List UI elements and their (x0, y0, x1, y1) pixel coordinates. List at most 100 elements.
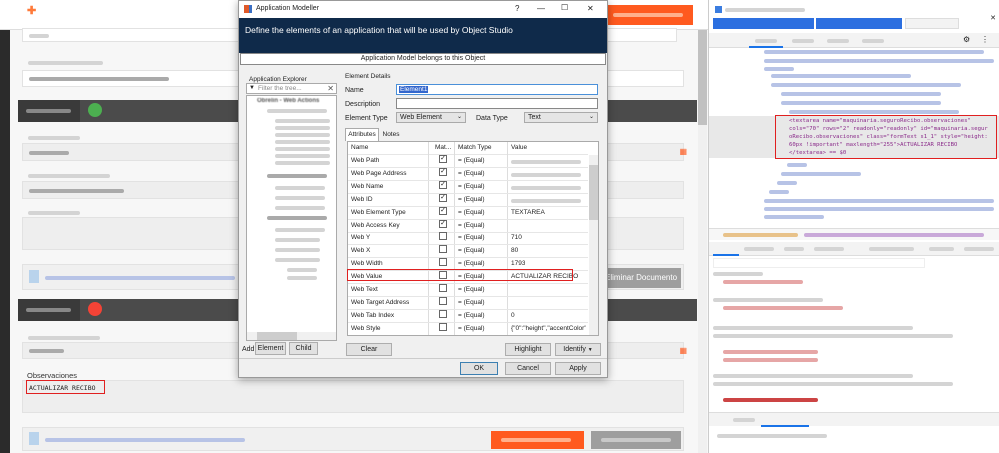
attr-match-type[interactable]: = (Equal) (458, 168, 485, 180)
attr-value[interactable]: {"0":"height","accentColor":... (511, 323, 586, 335)
table-row[interactable]: Web X = (Equal) 80 (348, 245, 588, 259)
highlight-button[interactable]: Highlight (505, 343, 551, 356)
table-row[interactable]: Web Path ✓ = (Equal) (348, 155, 588, 168)
data-type-value: Text (528, 114, 541, 121)
styles-filter[interactable] (713, 258, 925, 268)
attr-value[interactable]: TEXTAREA (511, 207, 545, 219)
element-type-select[interactable]: Web Element ⌄ (396, 112, 466, 123)
match-checkbox[interactable] (439, 258, 447, 267)
tree-hscrollbar[interactable] (247, 332, 336, 340)
description-input[interactable] (396, 98, 598, 109)
attr-match-type[interactable]: = (Equal) (458, 220, 485, 232)
table-row[interactable]: Web Name ✓ = (Equal) (348, 180, 588, 194)
attr-match-type[interactable]: = (Equal) (458, 155, 485, 167)
attr-match-type[interactable]: = (Equal) (458, 297, 485, 309)
more-icon[interactable]: ⋮ (981, 35, 989, 44)
translate-button-2[interactable] (816, 18, 902, 29)
title-bar: Application Modeller ? — ☐ ✕ (239, 1, 607, 18)
attr-match-type[interactable]: = (Equal) (458, 232, 485, 244)
match-checkbox[interactable] (439, 309, 447, 318)
identify-button[interactable]: Identify ▼ (555, 343, 601, 356)
attr-match-type[interactable]: = (Equal) (458, 207, 485, 219)
eliminar-documento-button[interactable]: Eliminar Documento (601, 268, 681, 288)
match-checkbox[interactable] (439, 296, 447, 305)
attr-match-type[interactable]: = (Equal) (458, 284, 485, 296)
match-checkbox[interactable]: ✓ (439, 167, 447, 176)
tab-attributes[interactable]: Attributes (345, 128, 379, 141)
attr-value[interactable]: 0 (511, 310, 515, 322)
table-row[interactable]: Web Target Address = (Equal) (348, 296, 588, 310)
table-row[interactable]: Web Element Type ✓ = (Equal) TEXTAREA (348, 206, 588, 220)
attr-match-type[interactable]: = (Equal) (458, 245, 485, 257)
translate-icon (715, 6, 722, 13)
attr-match-type[interactable]: = (Equal) (458, 194, 485, 206)
match-checkbox[interactable]: ✓ (439, 206, 447, 215)
col-name[interactable]: Name (351, 142, 368, 154)
page-scrollbar[interactable] (698, 30, 707, 453)
attr-match-type[interactable]: = (Equal) (458, 323, 485, 335)
name-input[interactable]: Element1 (396, 84, 598, 95)
table-row[interactable]: Web Tab Index = (Equal) 0 (348, 309, 588, 323)
match-checkbox[interactable] (439, 245, 447, 254)
close-icon[interactable]: ✕ (990, 14, 996, 22)
tab-styles[interactable] (713, 242, 739, 256)
cancel-button[interactable]: Cancel (505, 362, 551, 375)
element-details-label: Element Details (345, 73, 391, 80)
attr-value[interactable]: 80 (511, 245, 518, 257)
accent-button-top[interactable] (603, 5, 693, 25)
match-checkbox[interactable] (439, 322, 447, 331)
data-type-select[interactable]: Text ⌄ (524, 112, 598, 123)
gear-icon[interactable]: ⚙ (963, 35, 970, 44)
table-row[interactable]: Web Page Address ✓ = (Equal) (348, 167, 588, 181)
table-scrollbar[interactable] (589, 155, 598, 335)
tree-root[interactable]: Obrelin - Web Actions (257, 98, 319, 104)
add-child-button[interactable]: Child (289, 342, 318, 355)
help-button[interactable]: ? (515, 4, 519, 13)
element-type-value: Web Element (400, 114, 442, 121)
add-element-button[interactable]: Element (255, 342, 286, 355)
clear-button[interactable]: Clear (346, 343, 392, 356)
tab-whats-new[interactable] (761, 413, 809, 427)
attach-document-button[interactable] (491, 431, 584, 449)
tab-notes[interactable]: Notes (380, 130, 402, 141)
model-owner-bar[interactable]: Application Model belongs to this Object (240, 53, 606, 65)
logo: ✚ (0, 5, 36, 22)
translate-button-1[interactable] (713, 18, 814, 29)
ok-button[interactable]: OK (460, 362, 498, 375)
match-checkbox[interactable] (439, 232, 447, 241)
attr-match-type[interactable]: = (Equal) (458, 181, 485, 193)
breadcrumb (709, 228, 999, 240)
apply-button[interactable]: Apply (555, 362, 601, 375)
calendar-icon[interactable]: ▦ (679, 346, 687, 355)
col-match[interactable]: Mat... (435, 142, 451, 154)
table-row[interactable]: Web ID ✓ = (Equal) (348, 193, 588, 207)
match-checkbox[interactable]: ✓ (439, 219, 447, 228)
col-match-type[interactable]: Match Type (458, 142, 491, 154)
match-checkbox[interactable]: ✓ (439, 155, 447, 163)
maximize-button[interactable]: ☐ (561, 3, 568, 12)
observaciones-textarea[interactable]: ACTUALIZAR RECIBO (22, 380, 684, 413)
table-row[interactable]: Web Access Key ✓ = (Equal) (348, 219, 588, 233)
close-button[interactable]: ✕ (587, 4, 594, 13)
name-label: Name (345, 87, 364, 94)
delete-document-button[interactable] (591, 431, 681, 449)
attr-value[interactable]: 710 (511, 232, 522, 244)
match-checkbox[interactable]: ✓ (439, 193, 447, 202)
chevron-down-icon: ⌄ (588, 114, 594, 120)
table-row[interactable]: Web Style = (Equal) {"0":"height","accen… (348, 322, 588, 335)
attr-match-type[interactable]: = (Equal) (458, 310, 485, 322)
observaciones-label: Observaciones (27, 371, 78, 380)
table-header: Name Mat... Match Type Value (348, 142, 588, 155)
attr-name: Web Access Key (351, 221, 400, 229)
clear-filter-icon[interactable]: ✕ (327, 84, 334, 93)
match-checkbox[interactable] (439, 284, 447, 292)
table-row[interactable]: Web Text = (Equal) (348, 284, 588, 297)
table-row[interactable]: Web Y = (Equal) 710 (348, 232, 588, 246)
match-checkbox[interactable]: ✓ (439, 180, 447, 189)
col-value[interactable]: Value (511, 142, 527, 154)
minimize-button[interactable]: — (537, 4, 545, 13)
application-tree[interactable]: Obrelin - Web Actions (246, 95, 337, 341)
translate-button-3[interactable] (905, 18, 959, 29)
filter-input[interactable]: ▼ Filter the tree... ✕ (246, 83, 337, 94)
calendar-icon[interactable]: ▦ (679, 147, 687, 156)
